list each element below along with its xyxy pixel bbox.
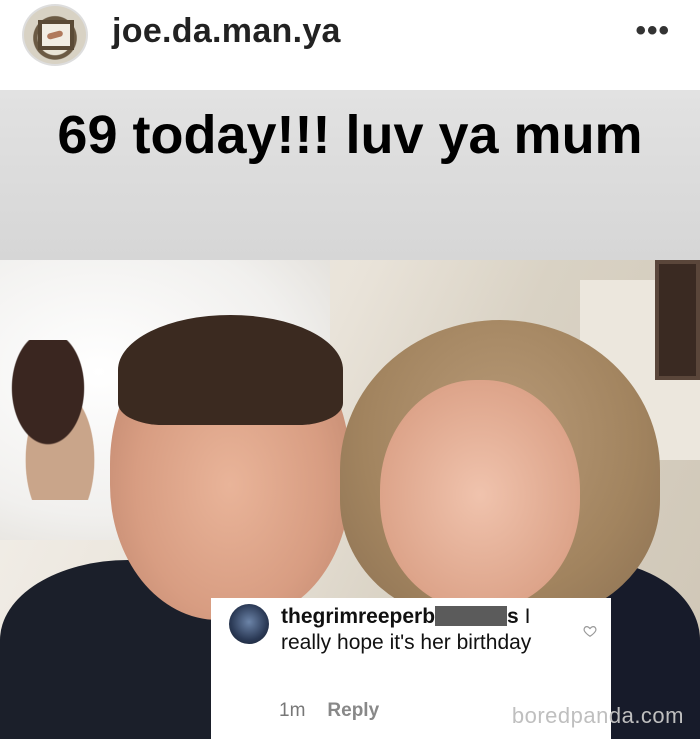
commenter-avatar[interactable] xyxy=(229,604,269,644)
post-username[interactable]: joe.da.man.ya xyxy=(112,12,341,51)
profile-avatar[interactable] xyxy=(22,4,88,66)
reply-link[interactable]: Reply xyxy=(327,700,379,721)
photo-background-person xyxy=(0,340,120,500)
caption-banner: 69 today!!! luv ya mum xyxy=(0,90,700,260)
comment-body: thegrimreeperb s I really hope it's her b… xyxy=(281,604,581,656)
source-watermark: boredpanda.com xyxy=(511,703,684,728)
post-header: joe.da.man.ya ••• xyxy=(0,0,700,70)
avatar-picture-frame xyxy=(38,20,74,50)
photo-man-hair xyxy=(118,315,343,425)
caption-overlay-text: 69 today!!! luv ya mum xyxy=(57,105,643,165)
comment-time: 1m xyxy=(279,700,306,721)
redaction-bar xyxy=(435,606,508,626)
commenter-username-start[interactable]: thegrimreeperb xyxy=(281,605,435,628)
comment-meta: 1m Reply xyxy=(279,700,379,722)
more-options-icon[interactable]: ••• xyxy=(635,14,670,48)
photo-woman-face xyxy=(380,380,580,610)
commenter-username-end[interactable]: s xyxy=(507,605,519,628)
heart-outline-icon[interactable] xyxy=(583,624,597,638)
photo-painting xyxy=(655,260,700,380)
